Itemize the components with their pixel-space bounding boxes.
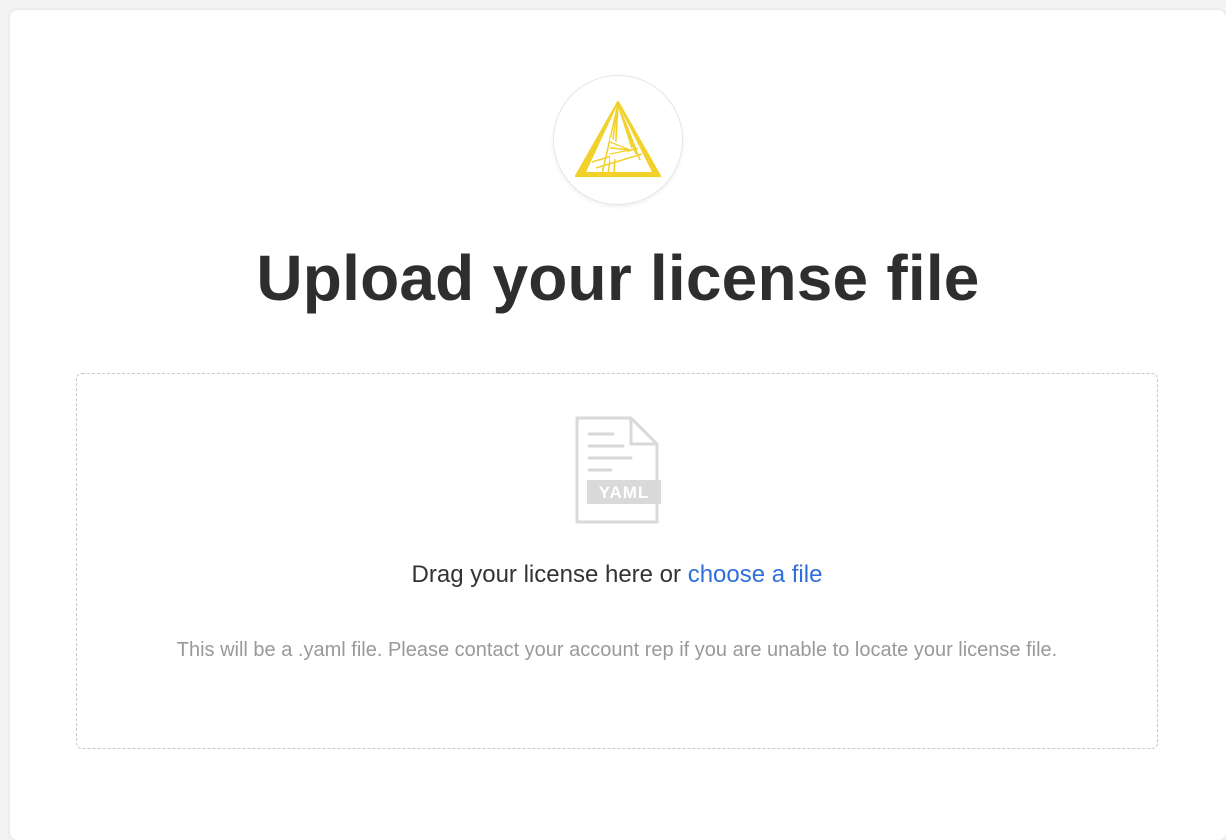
- license-dropzone[interactable]: YAML Drag your license here or choose a …: [76, 373, 1158, 749]
- choose-file-link[interactable]: choose a file: [688, 561, 823, 588]
- yaml-file-label: YAML: [599, 483, 650, 502]
- yaml-file-icon: YAML: [575, 416, 661, 524]
- logo-badge: [553, 75, 683, 205]
- help-text: This will be a .yaml file. Please contac…: [176, 639, 1058, 661]
- upload-card: Upload your license file YAML Drag your …: [10, 10, 1226, 840]
- page-title: Upload your license file: [256, 242, 980, 314]
- drag-instruction: Drag your license here or choose a file: [77, 560, 1157, 590]
- triangle-logo-icon: [574, 100, 662, 178]
- drag-text: Drag your license here or: [411, 561, 688, 588]
